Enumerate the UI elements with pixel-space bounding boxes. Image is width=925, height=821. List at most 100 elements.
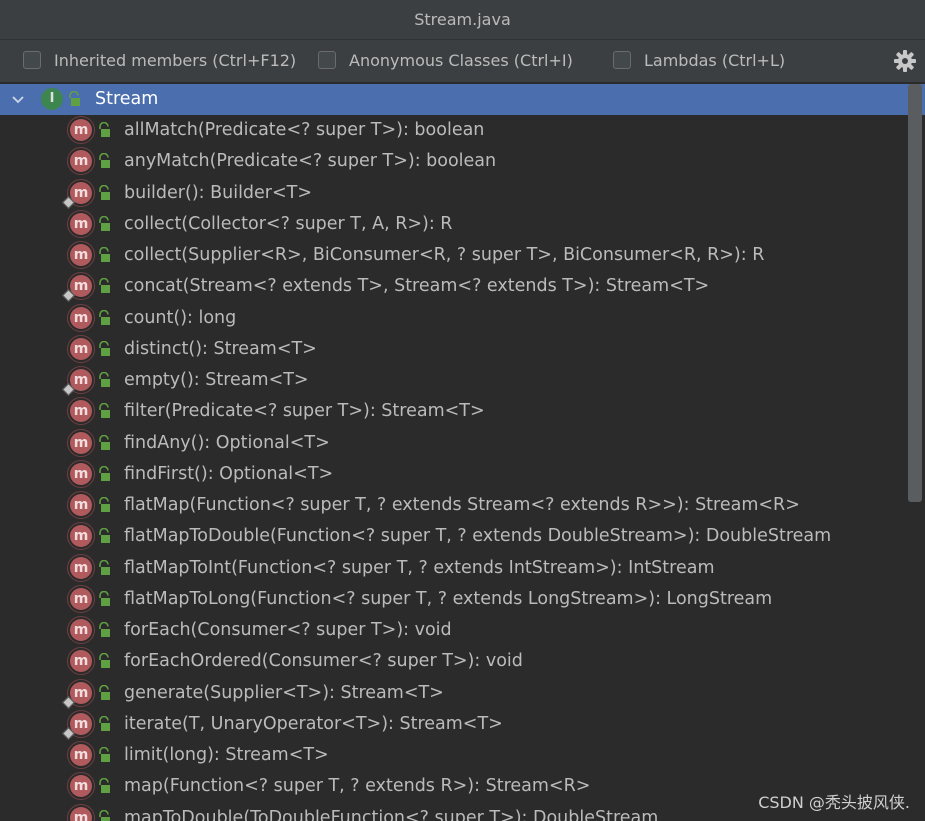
tree-member-label: flatMap(Function<? super T, ? extends St… — [124, 495, 800, 515]
method-icon: m — [67, 616, 95, 644]
method-icon: m — [67, 241, 95, 269]
lock-icon — [99, 278, 110, 293]
structure-toolbar: Inherited members (Ctrl+F12) Anonymous C… — [0, 40, 925, 83]
tree-member-row[interactable]: m filter(Predicate<? super T>): Stream<T> — [0, 396, 925, 427]
tree-member-row[interactable]: m flatMapToInt(Function<? super T, ? exte… — [0, 553, 925, 584]
tree-member-row[interactable]: m collect(Collector<? super T, A, R>): R — [0, 209, 925, 240]
method-icon: m — [67, 304, 95, 332]
tree-member-row[interactable]: m count(): long — [0, 303, 925, 334]
tree-member-row[interactable]: m flatMapToLong(Function<? super T, ? ext… — [0, 584, 925, 615]
tree-member-label: findFirst(): Optional<T> — [124, 464, 334, 484]
lock-icon — [99, 310, 110, 325]
method-icon: m — [67, 741, 95, 769]
tree-member-label: generate(Supplier<T>): Stream<T> — [124, 683, 444, 703]
lock-icon — [99, 466, 110, 481]
tree-member-row[interactable]: m flatMapToDouble(Function<? super T, ? e… — [0, 521, 925, 552]
lock-icon — [99, 747, 110, 762]
tree-root-stream[interactable]: I Stream — [0, 84, 925, 115]
tree-member-row[interactable]: m concat(Stream<? extends T>, Stream<? ex… — [0, 271, 925, 302]
tree-member-label: collect(Supplier<R>, BiConsumer<R, ? sup… — [124, 245, 765, 265]
tree-member-row[interactable]: m limit(long): Stream<T> — [0, 740, 925, 771]
tree-member-label: anyMatch(Predicate<? super T>): boolean — [124, 151, 497, 171]
method-icon: m — [67, 804, 95, 821]
lock-icon — [99, 685, 110, 700]
tree-member-label: forEachOrdered(Consumer<? super T>): voi… — [124, 651, 523, 671]
checkbox-box[interactable] — [613, 51, 631, 69]
tree-member-label: flatMapToLong(Function<? super T, ? exte… — [124, 589, 773, 609]
tree-member-label: map(Function<? super T, ? extends R>): S… — [124, 776, 591, 796]
tree-member-label: builder(): Builder<T> — [124, 183, 313, 203]
lock-icon — [69, 91, 80, 106]
structure-tree[interactable]: I Stream m allMatch(Predicate<? super T>)… — [0, 84, 925, 821]
watermark: CSDN @秃头披风侠. — [758, 793, 910, 812]
lock-icon — [99, 560, 110, 575]
tree-member-label: filter(Predicate<? super T>): Stream<T> — [124, 401, 485, 421]
tree-member-row[interactable]: m forEach(Consumer<? super T>): void — [0, 615, 925, 646]
tree-member-label: forEach(Consumer<? super T>): void — [124, 620, 452, 640]
tree-member-row[interactable]: m collect(Supplier<R>, BiConsumer<R, ? su… — [0, 240, 925, 271]
tree-member-row[interactable]: m generate(Supplier<T>): Stream<T> — [0, 678, 925, 709]
lock-icon — [99, 216, 110, 231]
lock-icon — [99, 403, 110, 418]
lock-icon — [99, 247, 110, 262]
tree-member-row[interactable]: m iterate(T, UnaryOperator<T>): Stream<T> — [0, 709, 925, 740]
method-icon: m — [67, 460, 95, 488]
lock-icon — [99, 497, 110, 512]
method-icon: m — [67, 116, 95, 144]
lock-icon — [99, 591, 110, 606]
lock-icon — [99, 341, 110, 356]
method-icon: m — [67, 772, 95, 800]
method-icon: m — [67, 585, 95, 613]
method-icon: m — [67, 429, 95, 457]
tree-member-row[interactable]: m empty(): Stream<T> — [0, 365, 925, 396]
tree-member-row[interactable]: m forEachOrdered(Consumer<? super T>): vo… — [0, 646, 925, 677]
tree-member-label: empty(): Stream<T> — [124, 370, 309, 390]
tree-member-row[interactable]: m builder(): Builder<T> — [0, 178, 925, 209]
tree-member-label: collect(Collector<? super T, A, R>): R — [124, 214, 453, 234]
lock-icon — [99, 810, 110, 821]
method-icon: m — [67, 210, 95, 238]
anonymous-classes-label: Anonymous Classes (Ctrl+I) — [349, 50, 573, 70]
lock-icon — [99, 716, 110, 731]
gear-icon[interactable] — [893, 49, 917, 73]
chevron-down-icon[interactable] — [11, 93, 25, 107]
tree-member-row[interactable]: m distinct(): Stream<T> — [0, 334, 925, 365]
lock-icon — [99, 185, 110, 200]
checkbox-box[interactable] — [23, 51, 41, 69]
tree-member-label: iterate(T, UnaryOperator<T>): Stream<T> — [124, 714, 503, 734]
lock-icon — [99, 778, 110, 793]
tree-member-label: mapToDouble(ToDoubleFunction<? super T>)… — [124, 808, 659, 821]
tree-member-row[interactable]: m findFirst(): Optional<T> — [0, 459, 925, 490]
inherited-members-checkbox[interactable]: Inherited members (Ctrl+F12) — [23, 49, 296, 71]
tree-member-label: limit(long): Stream<T> — [124, 745, 329, 765]
tree-member-row[interactable]: m allMatch(Predicate<? super T>): boolean — [0, 115, 925, 146]
method-icon: m — [67, 491, 95, 519]
lock-icon — [99, 122, 110, 137]
method-icon: m — [67, 647, 95, 675]
tree-member-label: count(): long — [124, 308, 237, 328]
lambdas-label: Lambdas (Ctrl+L) — [644, 50, 786, 70]
lock-icon — [99, 653, 110, 668]
tree-member-label: flatMapToDouble(Function<? super T, ? ex… — [124, 526, 832, 546]
tree-member-row[interactable]: m anyMatch(Predicate<? super T>): boolean — [0, 146, 925, 177]
tree-member-label: concat(Stream<? extends T>, Stream<? ext… — [124, 276, 710, 296]
lambdas-checkbox[interactable]: Lambdas (Ctrl+L) — [613, 49, 785, 71]
interface-icon: I — [41, 88, 63, 110]
tree-root-label: Stream — [95, 89, 159, 109]
method-icon: m — [67, 554, 95, 582]
method-icon: m — [67, 522, 95, 550]
checkbox-box[interactable] — [318, 51, 336, 69]
tree-member-label: flatMapToInt(Function<? super T, ? exten… — [124, 558, 715, 578]
method-icon: m — [67, 335, 95, 363]
tree-member-row[interactable]: m findAny(): Optional<T> — [0, 428, 925, 459]
tree-member-row[interactable]: m flatMap(Function<? super T, ? extends S… — [0, 490, 925, 521]
tree-member-label: findAny(): Optional<T> — [124, 433, 330, 453]
tree-member-label: allMatch(Predicate<? super T>): boolean — [124, 120, 485, 140]
lock-icon — [99, 622, 110, 637]
vertical-scrollbar[interactable] — [908, 84, 922, 502]
method-icon: m — [67, 147, 95, 175]
lock-icon — [99, 153, 110, 168]
window-title: Stream.java — [0, 0, 925, 40]
lock-icon — [99, 435, 110, 450]
anonymous-classes-checkbox[interactable]: Anonymous Classes (Ctrl+I) — [318, 49, 573, 71]
